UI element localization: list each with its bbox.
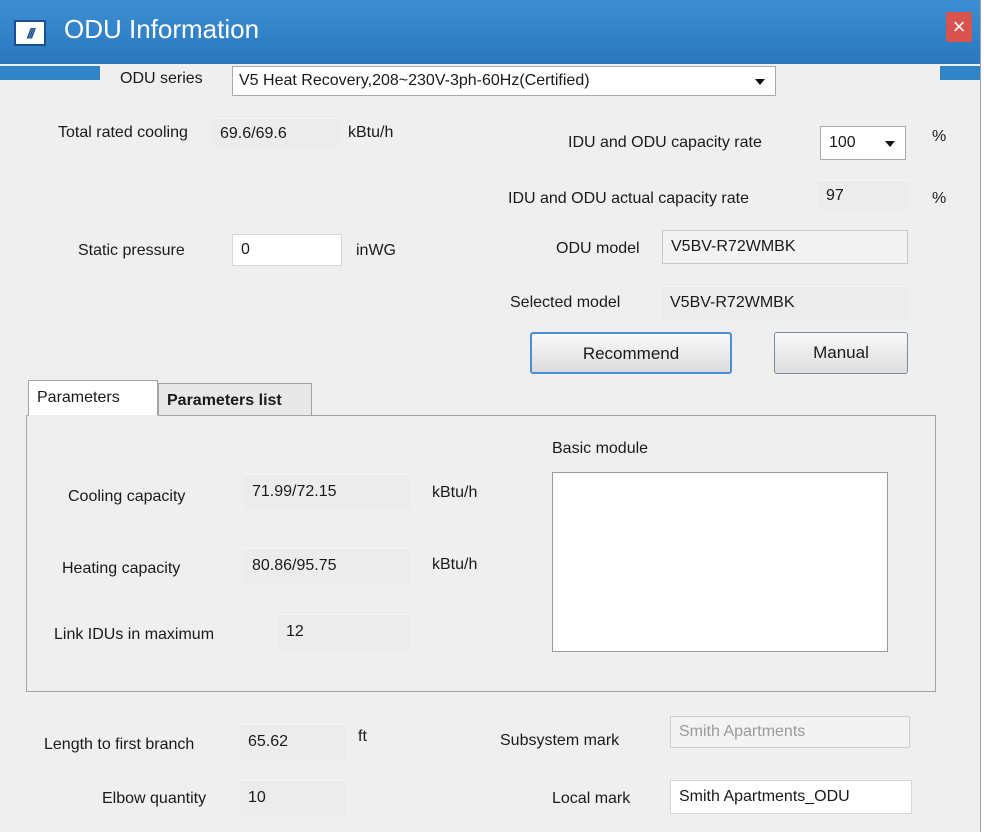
chevron-down-icon bbox=[885, 141, 895, 147]
actual-capacity-rate-field: 97 bbox=[818, 180, 908, 210]
capacity-rate-label: IDU and ODU capacity rate bbox=[568, 134, 762, 151]
actual-capacity-rate-unit: % bbox=[932, 190, 947, 207]
length-first-branch-label: Length to first branch bbox=[44, 736, 195, 753]
total-rated-cooling-field: 69.6/69.6 bbox=[212, 118, 340, 148]
manual-button[interactable]: Manual bbox=[774, 332, 908, 374]
subsystem-mark-input[interactable]: Smith Apartments bbox=[670, 716, 910, 748]
selected-model-label: Selected model bbox=[510, 294, 621, 311]
cooling-capacity-unit: kBtu/h bbox=[432, 484, 478, 501]
heating-capacity-unit: kBtu/h bbox=[432, 556, 478, 573]
close-icon[interactable]: × bbox=[946, 12, 972, 42]
local-mark-input[interactable]: Smith Apartments_ODU bbox=[670, 780, 912, 814]
title-accent-strip-left bbox=[0, 66, 100, 80]
odu-model-field: V5BV-R72WMBK bbox=[662, 230, 908, 264]
odu-series-value: V5 Heat Recovery,208~230V-3ph-60Hz(Certi… bbox=[239, 72, 590, 89]
heating-capacity-field: 80.86/95.75 bbox=[244, 548, 410, 584]
elbow-quantity-label: Elbow quantity bbox=[102, 790, 207, 807]
odu-series-select[interactable]: V5 Heat Recovery,208~230V-3ph-60Hz(Certi… bbox=[232, 66, 776, 96]
static-pressure-input[interactable]: 0 bbox=[232, 234, 342, 266]
static-pressure-label: Static pressure bbox=[78, 242, 185, 259]
cooling-capacity-field: 71.99/72.15 bbox=[244, 474, 410, 510]
elbow-quantity-input[interactable]: 10 bbox=[240, 780, 346, 816]
capacity-rate-select[interactable]: 100 bbox=[820, 126, 906, 160]
basic-module-label: Basic module bbox=[552, 440, 649, 457]
total-rated-cooling-unit: kBtu/h bbox=[348, 124, 394, 141]
title-bar: /// ODU Information × bbox=[0, 0, 980, 64]
cooling-capacity-label: Cooling capacity bbox=[68, 488, 186, 505]
odu-information-dialog: /// ODU Information × ODU series V5 Heat… bbox=[0, 0, 981, 832]
app-logo-icon: /// bbox=[14, 20, 46, 46]
link-idus-field: 12 bbox=[278, 614, 410, 650]
length-first-branch-input[interactable]: 65.62 bbox=[240, 724, 346, 760]
tab-parameters[interactable]: Parameters bbox=[28, 380, 158, 416]
link-idus-label: Link IDUs in maximum bbox=[54, 626, 215, 643]
capacity-rate-unit: % bbox=[932, 128, 947, 145]
length-first-branch-unit: ft bbox=[358, 728, 367, 745]
odu-model-label: ODU model bbox=[556, 240, 640, 257]
odu-series-label: ODU series bbox=[120, 70, 203, 87]
window-title: ODU Information bbox=[64, 14, 260, 44]
subsystem-mark-label: Subsystem mark bbox=[500, 732, 620, 749]
recommend-button[interactable]: Recommend bbox=[530, 332, 732, 374]
heating-capacity-label: Heating capacity bbox=[62, 560, 181, 577]
title-accent-strip-right bbox=[940, 66, 980, 80]
selected-model-field: V5BV-R72WMBK bbox=[662, 286, 908, 320]
chevron-down-icon bbox=[755, 79, 765, 85]
total-rated-cooling-label: Total rated cooling bbox=[58, 124, 188, 141]
tab-parameters-list[interactable]: Parameters list bbox=[158, 383, 312, 416]
basic-module-list[interactable] bbox=[552, 472, 888, 652]
static-pressure-unit: inWG bbox=[356, 242, 396, 259]
actual-capacity-rate-label: IDU and ODU actual capacity rate bbox=[508, 190, 749, 207]
capacity-rate-value: 100 bbox=[829, 134, 856, 151]
local-mark-label: Local mark bbox=[552, 790, 631, 807]
